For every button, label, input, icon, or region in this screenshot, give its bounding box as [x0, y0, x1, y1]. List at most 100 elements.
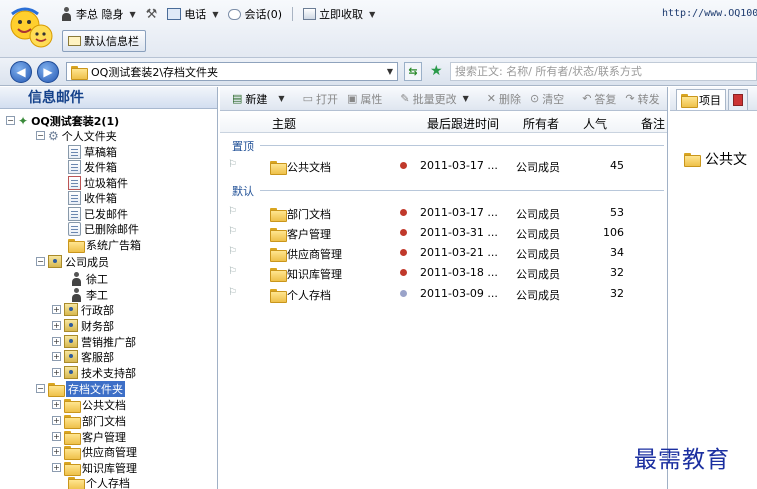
open-button[interactable]: ▭ 打开 — [301, 89, 340, 109]
properties-button[interactable]: ▣ 属性 — [345, 89, 384, 109]
column-owner[interactable]: 所有者 — [523, 115, 559, 132]
collapse-icon[interactable]: − — [36, 257, 45, 266]
search-input[interactable]: 搜索正文: 名称/ 所有者/状态/联系方式 — [450, 62, 757, 81]
tree-item-drafts[interactable]: 草稿箱 — [68, 144, 117, 159]
chat-bubble-icon — [228, 8, 242, 20]
tree-archive-item[interactable]: + 客户管理 — [52, 429, 126, 445]
flag-icon[interactable]: ⚐ — [228, 226, 237, 237]
chevron-down-icon: ▼ — [212, 9, 219, 19]
forward-mail-button[interactable]: ↷ 转发 — [623, 89, 661, 109]
inbox-icon — [68, 190, 81, 205]
collapse-icon[interactable]: − — [6, 116, 15, 125]
column-subject[interactable]: 主题 — [272, 115, 296, 132]
tree-node-label: 个人存档 — [86, 476, 130, 489]
delete-button[interactable]: ✕ 删除 — [485, 89, 523, 109]
flag-icon[interactable]: ⚐ — [228, 246, 237, 257]
new-button[interactable]: ▤ 新建 ▼ — [230, 89, 287, 109]
tree-item-system-ads[interactable]: 系统广告箱 — [68, 237, 141, 253]
tree-root[interactable]: − ✦ OQ测试套装2(1) — [6, 113, 119, 128]
column-popularity[interactable]: 人气 — [583, 115, 607, 132]
row-owner: 公司成员 — [516, 228, 560, 241]
forward-button[interactable]: ▶ — [37, 61, 59, 83]
path-input[interactable]: OQ测试套装2\存档文件夹 ▼ — [66, 62, 398, 81]
column-last-follow[interactable]: 最后跟进时间 — [427, 115, 499, 132]
tree-item-deleted[interactable]: 已删除邮件 — [68, 221, 139, 236]
table-row[interactable]: ⚐ 供应商管理 2011-03-21 ... 公司成员 34 — [220, 243, 667, 263]
inbox-icon — [303, 8, 317, 20]
flag-icon[interactable]: ⚐ — [228, 159, 237, 170]
receive-now-menu[interactable]: 立即收取 ▼ — [301, 4, 377, 24]
tree-archive-item[interactable]: + 部门文档 — [52, 413, 126, 429]
tree-node-label: 技术支持部 — [81, 366, 136, 380]
tree-department[interactable]: + 财务部 — [52, 318, 114, 333]
tree-node-label: 系统广告箱 — [86, 238, 141, 252]
tree-department[interactable]: + 技术支持部 — [52, 365, 136, 380]
expand-icon[interactable]: + — [52, 432, 61, 441]
flag-icon[interactable]: ⚐ — [228, 206, 237, 217]
tab-items[interactable]: 项目 — [676, 89, 726, 110]
column-header: 主题 最后跟进时间 所有者 人气 备注 — [220, 111, 667, 133]
expand-icon[interactable]: + — [52, 321, 61, 330]
row-date: 2011-03-17 ... — [420, 159, 498, 172]
group-icon — [48, 255, 62, 268]
batch-change-button[interactable]: ✎ 批量更改 ▼ — [398, 89, 470, 109]
tree-archive-item[interactable]: + 供应商管理 — [52, 444, 137, 460]
tree-company-members[interactable]: − 公司成员 — [36, 254, 109, 269]
arrow-right-icon: ▶ — [43, 65, 53, 79]
phone-menu[interactable]: 电话 ▼ — [165, 4, 220, 24]
tree-personal-folder[interactable]: − ⚙ 个人文件夹 — [36, 128, 117, 143]
tree-archive-item[interactable]: + 知识库管理 — [52, 460, 137, 476]
expand-icon[interactable]: + — [52, 463, 61, 472]
user-icon — [60, 7, 73, 21]
expand-icon[interactable]: + — [52, 416, 61, 425]
expand-icon[interactable]: + — [52, 337, 61, 346]
tree-department[interactable]: + 行政部 — [52, 302, 114, 317]
phone-icon — [167, 8, 182, 20]
back-button[interactable]: ◀ — [10, 61, 32, 83]
user-status-menu[interactable]: 李总 隐身 ▼ — [58, 4, 138, 24]
tree-item-junk[interactable]: 垃圾箱件 — [68, 175, 128, 190]
chevron-down-icon[interactable]: ▼ — [383, 63, 397, 80]
table-row[interactable]: ⚐ 个人存档 2011-03-09 ... 公司成员 32 — [220, 284, 667, 304]
tree-member[interactable]: 徐工 — [70, 271, 108, 286]
reply-button[interactable]: ↶ 答复 — [580, 89, 618, 109]
tree-node-label: 徐工 — [86, 272, 108, 286]
default-info-bar-button[interactable]: 默认信息栏 — [62, 30, 146, 52]
tree-member[interactable]: 李工 — [70, 287, 108, 302]
tab-contacts[interactable] — [728, 89, 748, 110]
tree-department[interactable]: + 营销推广部 — [52, 334, 136, 349]
expand-icon[interactable]: + — [52, 368, 61, 377]
tree-archive-item[interactable]: 个人存档 — [68, 475, 130, 489]
expand-icon[interactable]: + — [52, 400, 61, 409]
row-owner: 公司成员 — [516, 248, 560, 261]
tree-item-inbox[interactable]: 收件箱 — [68, 190, 117, 205]
table-row[interactable]: ⚐ 公共文档 2011-03-17 ... 公司成员 45 — [220, 156, 667, 176]
tree-item-sent[interactable]: 已发邮件 — [68, 206, 128, 221]
batch-change-label: 批量更改 — [412, 92, 457, 106]
table-row[interactable]: ⚐ 知识库管理 2011-03-18 ... 公司成员 32 — [220, 263, 667, 283]
collapse-icon[interactable]: − — [36, 384, 45, 393]
expand-icon[interactable]: + — [52, 352, 61, 361]
table-row[interactable]: ⚐ 部门文档 2011-03-17 ... 公司成员 53 — [220, 203, 667, 223]
website-url[interactable]: http://www.OQ100 — [662, 8, 757, 19]
refresh-button[interactable]: ⇆ — [404, 62, 422, 81]
contact-card-icon — [733, 94, 743, 106]
list-toolbar: ▤ 新建 ▼ ▭打开 ▣属性 ✎批量更改▼ ✕删除 ⊙清空 ↶答复 ↷转发 ◉客 — [220, 87, 667, 111]
flag-icon[interactable]: ⚐ — [228, 266, 237, 277]
envelope-icon — [68, 36, 81, 46]
column-remark[interactable]: 备注 — [641, 115, 665, 132]
tree-archive-folder[interactable]: − 存档文件夹 — [36, 380, 125, 397]
tree-department[interactable]: + 客服部 — [52, 349, 114, 364]
expand-icon[interactable]: + — [52, 447, 61, 456]
chat-button[interactable]: 会话(0) — [226, 4, 284, 24]
tree-archive-item[interactable]: + 公共文档 — [52, 397, 126, 413]
row-subject: 知识库管理 — [270, 266, 342, 282]
clear-button[interactable]: ⊙ 清空 — [528, 89, 566, 109]
flag-icon[interactable]: ⚐ — [228, 287, 237, 298]
expand-icon[interactable]: + — [52, 305, 61, 314]
tools-button[interactable]: ⚒ — [144, 4, 160, 24]
table-row[interactable]: ⚐ 客户管理 2011-03-31 ... 公司成员 106 — [220, 223, 667, 243]
tree-item-outbox[interactable]: 发件箱 — [68, 159, 117, 174]
collapse-icon[interactable]: − — [36, 131, 45, 140]
delete-icon: ✕ — [486, 92, 496, 105]
